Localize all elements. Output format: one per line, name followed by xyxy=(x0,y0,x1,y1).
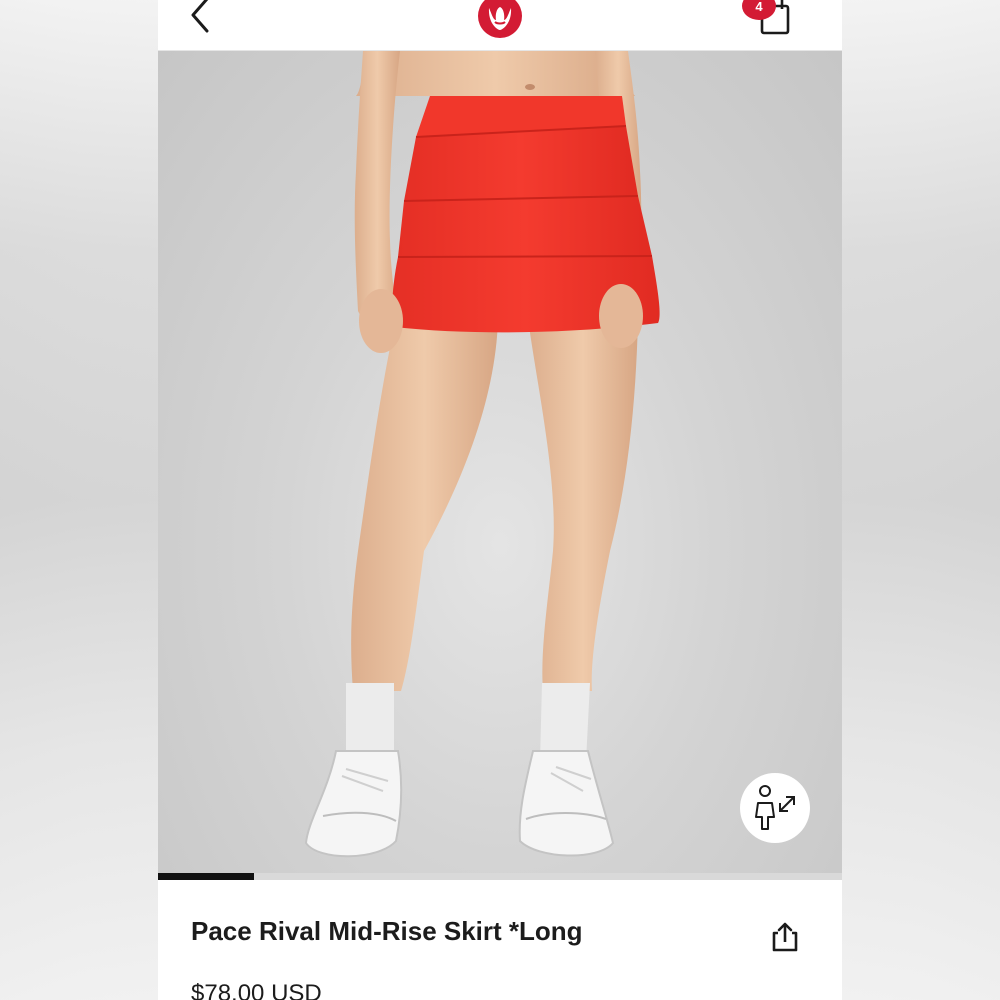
product-title: Pace Rival Mid-Rise Skirt *Long xyxy=(191,916,583,946)
lululemon-logo-icon xyxy=(478,0,522,38)
left-blur-background xyxy=(0,0,158,1000)
back-button[interactable] xyxy=(182,0,222,36)
right-blur-background xyxy=(842,0,1000,1000)
model-size-compare-icon xyxy=(755,785,795,830)
gallery-progress-bar xyxy=(158,873,842,880)
size-fit-button[interactable] xyxy=(740,773,810,843)
share-icon xyxy=(772,922,798,952)
app-screen: 4 Pace Rival Mid-Rise Skirt *Long $78.00… xyxy=(158,0,842,1000)
top-navigation-bar: 4 xyxy=(158,0,842,51)
gallery-progress-fill xyxy=(158,873,254,880)
share-button[interactable] xyxy=(770,920,800,954)
shopping-bag-button[interactable]: 4 xyxy=(742,0,792,40)
product-image[interactable] xyxy=(158,51,842,873)
product-photo-model xyxy=(304,51,660,858)
chevron-left-icon xyxy=(191,0,209,33)
screenshot-stage: 4 Pace Rival Mid-Rise Skirt *Long $78.00… xyxy=(0,0,1000,1000)
product-price: $78.00 USD xyxy=(191,980,322,1000)
lululemon-logo[interactable] xyxy=(478,0,522,40)
